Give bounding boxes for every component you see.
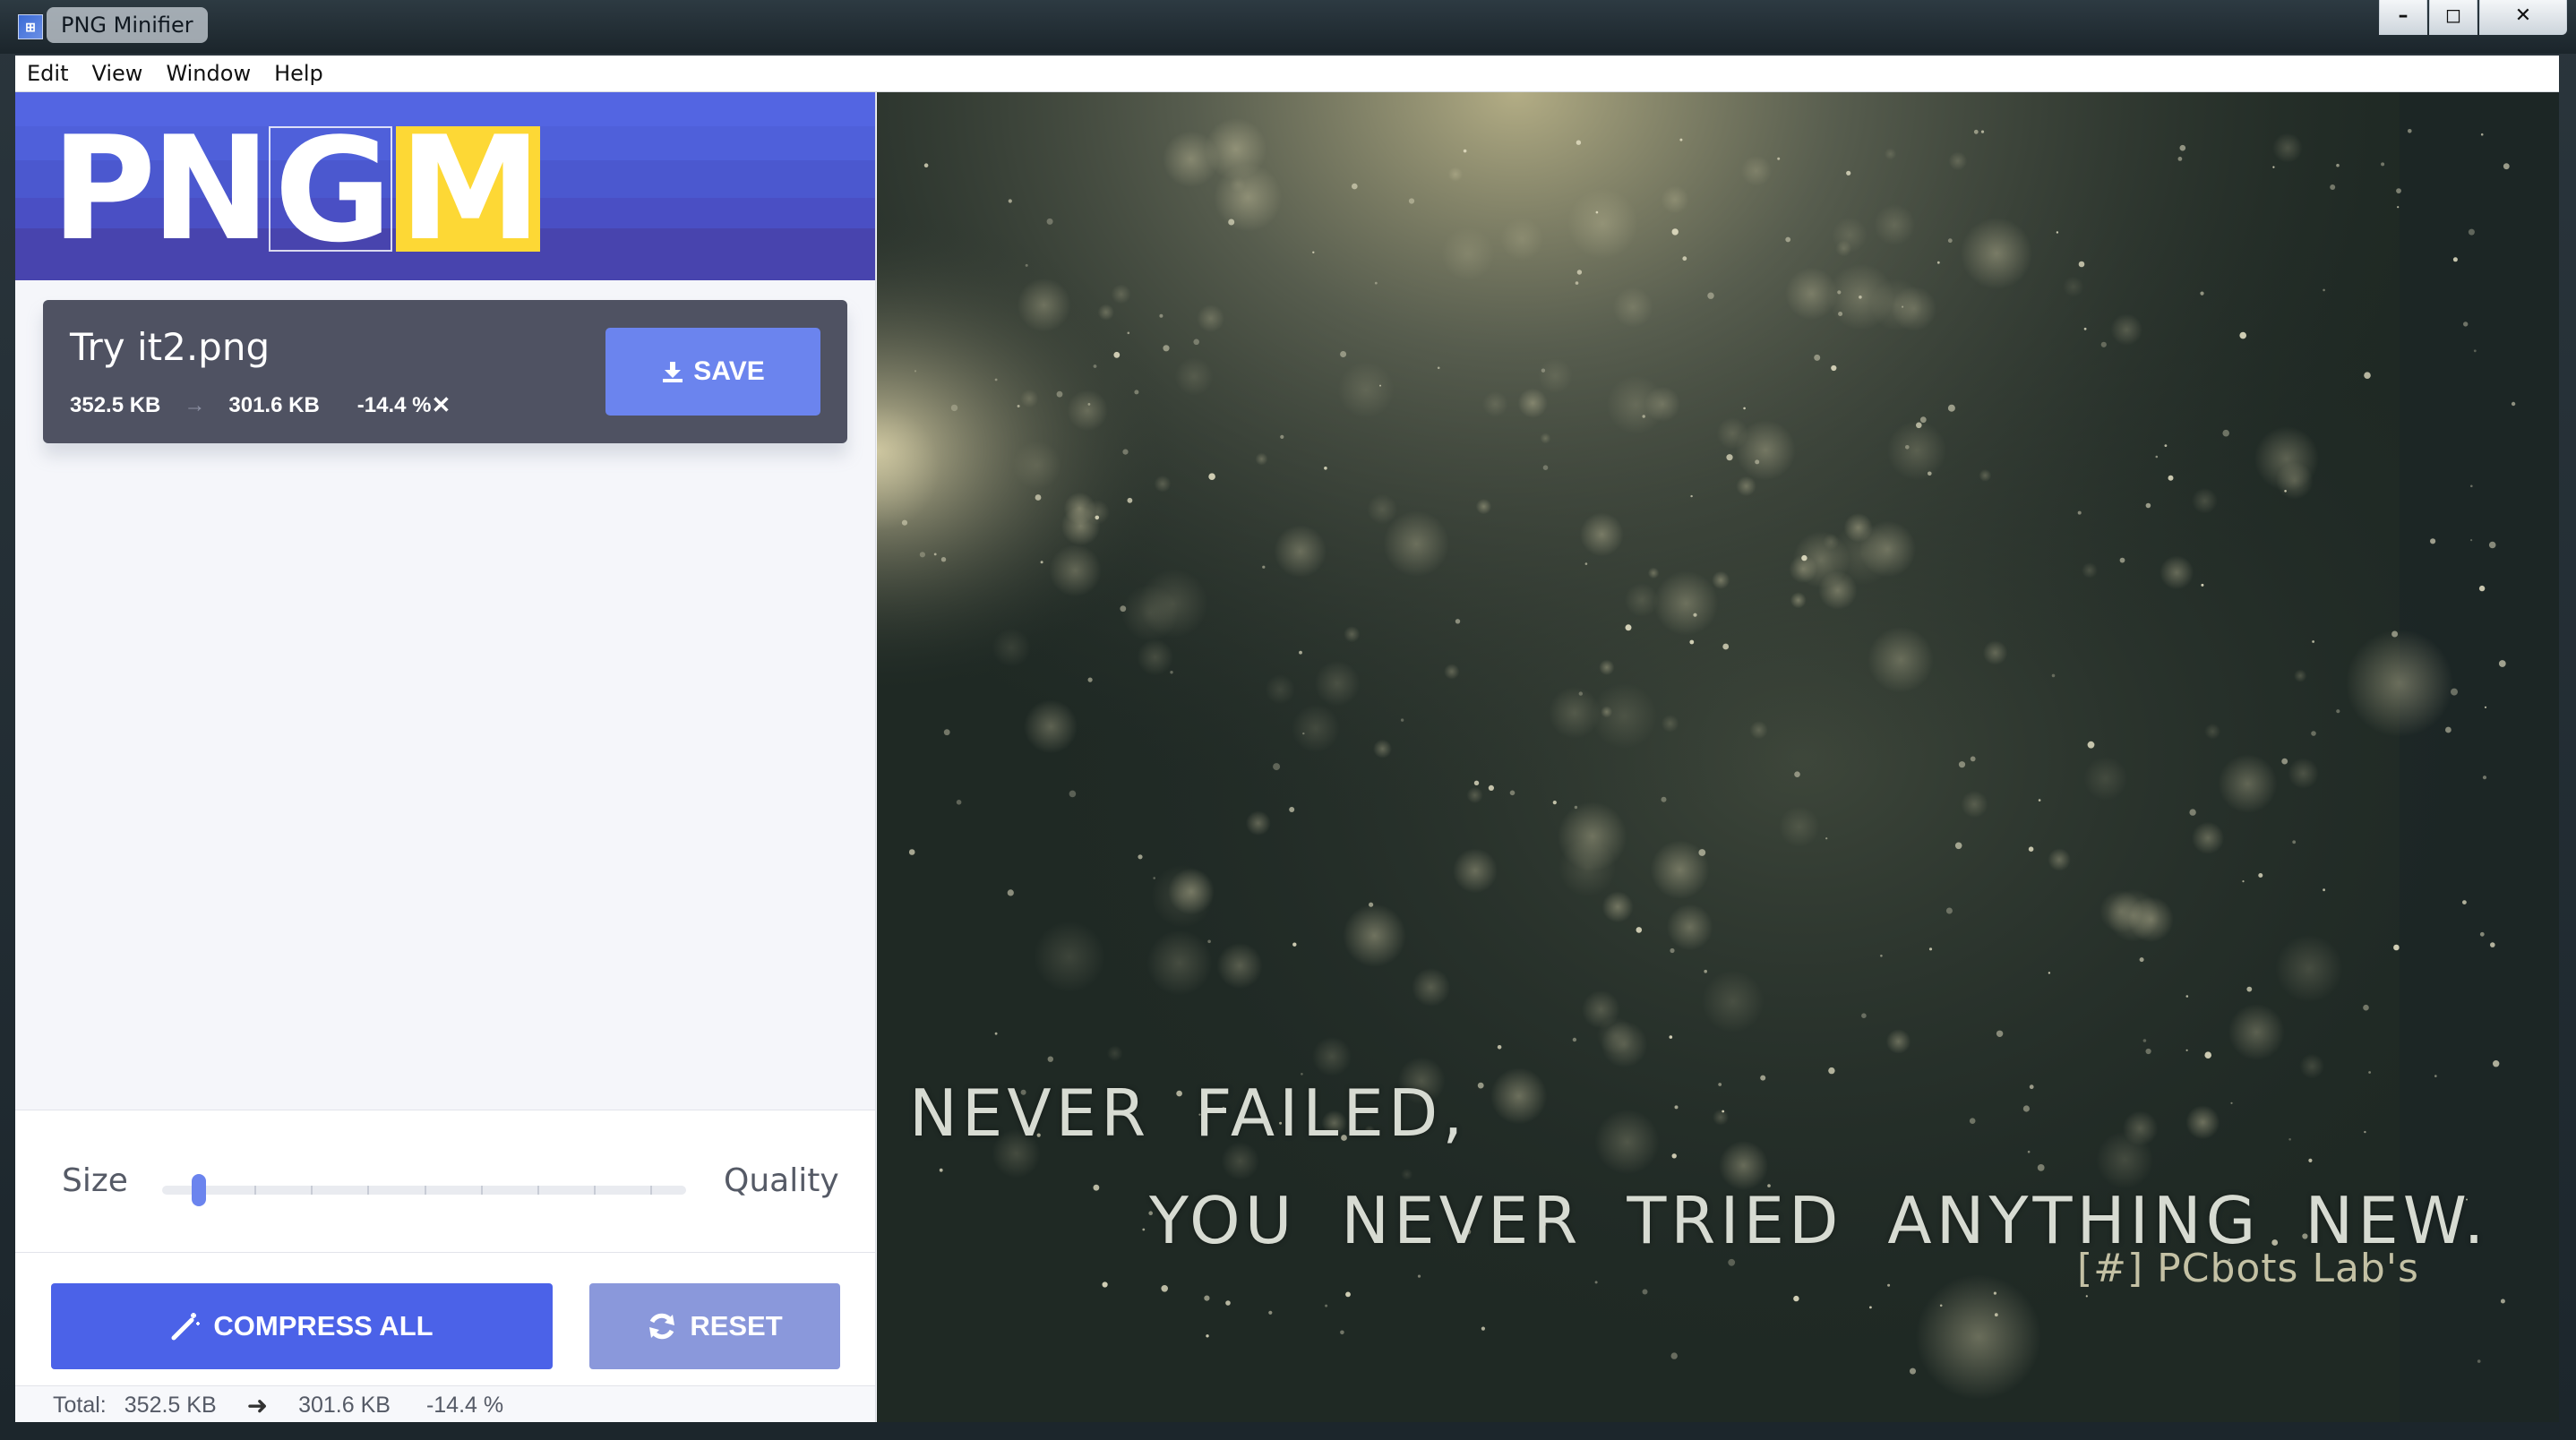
slider-tick (311, 1186, 313, 1195)
arrow-right-icon: ➜ (246, 1391, 269, 1419)
logo-letter-p: P (51, 105, 156, 272)
logo-banner: P N G M (15, 92, 875, 280)
sidebar: P N G M Try it2.png 352.5 KB → 301.6 KB … (15, 92, 876, 1422)
slider-tick (367, 1186, 369, 1195)
logo-letter-n: N (150, 105, 270, 272)
watermark-text: [#] PCbots Lab's (2077, 1246, 2419, 1291)
slider-tick (481, 1186, 483, 1195)
logo-letter-g: G (269, 119, 392, 262)
file-original-size: 352.5 KB (70, 392, 161, 417)
title-bar[interactable]: ⊞ PNG Minifier – ◻ ✕ (0, 0, 2576, 54)
quality-label: Quality (724, 1162, 839, 1199)
total-original-size: 352.5 KB (124, 1392, 217, 1418)
menu-help[interactable]: Help (262, 56, 335, 91)
file-reduction: -14.4 % (356, 392, 432, 417)
menu-view[interactable]: View (80, 56, 154, 91)
magic-wand-icon (171, 1313, 201, 1341)
quote-line-1: NEVER FAILED, (909, 1076, 1468, 1151)
slider-thumb[interactable] (192, 1174, 206, 1206)
logo-letter-m: M (395, 117, 542, 261)
download-icon (663, 362, 683, 382)
client-area: Edit View Window Help P N G M Try it2.pn… (15, 56, 2559, 1422)
window-title: PNG Minifier (47, 7, 208, 43)
minimize-button[interactable]: – (2379, 0, 2427, 35)
image-preview: NEVER FAILED, YOU NEVER TRIED ANYTHING N… (877, 92, 2559, 1422)
slider-tick (425, 1186, 426, 1195)
window-controls: – ◻ ✕ (2377, 0, 2567, 36)
png-minifier-logo: P N G M (51, 105, 542, 272)
reset-button[interactable]: RESET (589, 1283, 840, 1369)
total-reduction: -14.4 % (425, 1392, 504, 1418)
save-button[interactable]: SAVE (605, 328, 820, 416)
total-new-size: 301.6 KB (298, 1392, 391, 1418)
file-card: Try it2.png 352.5 KB → 301.6 KB -14.4 % … (43, 300, 847, 443)
app-window: ⊞ PNG Minifier – ◻ ✕ Edit View Window He… (0, 0, 2576, 1440)
remove-file-icon[interactable]: ✕ (432, 391, 451, 419)
size-label: Size (62, 1162, 128, 1199)
maximize-button[interactable]: ◻ (2429, 0, 2477, 35)
close-button[interactable]: ✕ (2479, 0, 2567, 35)
app-icon[interactable]: ⊞ (18, 14, 43, 39)
total-summary: Total: 352.5 KB ➜ 301.6 KB -14.4 % (15, 1385, 875, 1422)
compress-all-button[interactable]: COMPRESS ALL (51, 1283, 553, 1369)
menu-bar: Edit View Window Help (15, 56, 2559, 92)
total-label: Total: (53, 1392, 107, 1418)
file-stats: 352.5 KB → 301.6 KB -14.4 % ✕ (70, 391, 451, 419)
refresh-icon (649, 1313, 675, 1340)
arrow-right-icon: → (184, 392, 206, 417)
size-quality-panel: Size Quality (15, 1110, 875, 1253)
reset-label: RESET (690, 1310, 783, 1341)
slider-tick (537, 1186, 539, 1195)
slider-tick (650, 1186, 652, 1195)
save-label: SAVE (693, 356, 765, 386)
slider-tick (594, 1186, 596, 1195)
file-new-size: 301.6 KB (228, 392, 320, 417)
slider-tick (254, 1186, 256, 1195)
menu-edit[interactable]: Edit (15, 56, 80, 91)
compress-all-label: COMPRESS ALL (213, 1310, 434, 1341)
action-panel: COMPRESS ALL RESET (15, 1253, 875, 1387)
menu-window[interactable]: Window (154, 56, 262, 91)
file-name: Try it2.png (70, 325, 270, 369)
size-quality-slider[interactable] (162, 1174, 686, 1206)
